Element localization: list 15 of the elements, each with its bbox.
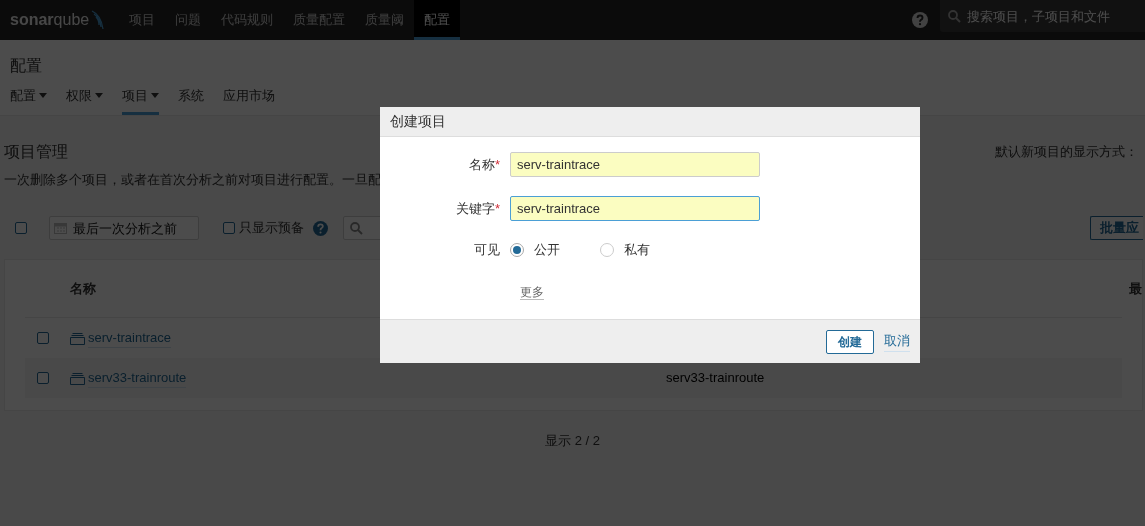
project-key: serv33-trainroute bbox=[666, 368, 765, 388]
column-header: 最 bbox=[1129, 279, 1142, 298]
text-input[interactable]: serv-traintrace bbox=[510, 152, 760, 177]
radio-label: 私有 bbox=[624, 241, 650, 260]
field-label: 关键字* bbox=[454, 199, 501, 218]
dialog-title: 创建项目 bbox=[390, 112, 446, 131]
cancel-link[interactable]: 取消 bbox=[884, 331, 910, 352]
page-title: 配置 bbox=[10, 56, 43, 76]
field-label: 名称* bbox=[467, 155, 501, 174]
more-link[interactable]: 更多 bbox=[520, 285, 544, 300]
create-button[interactable]: 创建 bbox=[826, 329, 874, 354]
column-header: 名称 bbox=[70, 279, 96, 298]
field-label: 可见 bbox=[473, 241, 501, 260]
text-input[interactable]: serv-traintrace bbox=[510, 196, 760, 221]
radio-label: 公开 bbox=[534, 241, 560, 260]
